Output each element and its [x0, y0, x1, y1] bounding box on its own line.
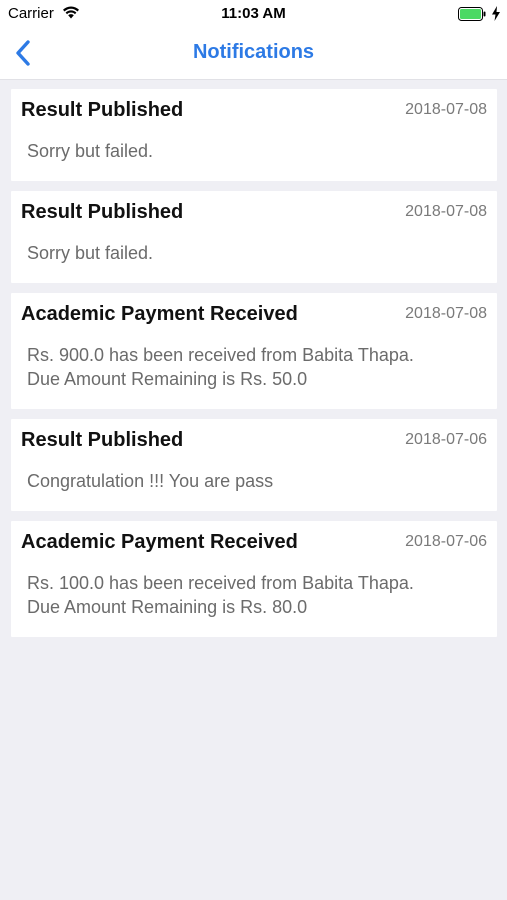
charging-bolt-icon	[492, 6, 500, 21]
notification-message: Rs. 900.0 has been received from Babita …	[27, 345, 414, 389]
notification-message: Congratulation !!! You are pass	[27, 471, 274, 491]
notification-title: Result Published	[21, 99, 184, 121]
navigation-bar: Notifications	[0, 28, 507, 80]
notification-list: Result Published 2018-07-08 Sorry but fa…	[11, 89, 497, 647]
notification-date: 2018-07-06	[405, 533, 487, 550]
notification-date: 2018-07-08	[405, 101, 487, 118]
notification-message: Rs. 100.0 has been received from Babita …	[27, 573, 414, 617]
notification-title: Result Published	[21, 201, 184, 223]
status-bar: Carrier 11:03 AM	[0, 0, 507, 28]
notification-date: 2018-07-08	[405, 305, 487, 322]
notification-date: 2018-07-08	[405, 203, 487, 220]
battery-icon	[458, 7, 486, 21]
notification-card[interactable]: Academic Payment Received 2018-07-08 Rs.…	[11, 293, 497, 409]
notification-card[interactable]: Result Published 2018-07-08 Sorry but fa…	[11, 191, 497, 283]
notification-card[interactable]: Result Published 2018-07-08 Sorry but fa…	[11, 89, 497, 181]
page-title: Notifications	[192, 41, 315, 63]
notification-message: Sorry but failed.	[27, 243, 154, 263]
notification-title: Result Published	[21, 429, 184, 451]
notification-title: Academic Payment Received	[21, 531, 298, 553]
notification-date: 2018-07-06	[405, 431, 487, 448]
notification-message: Sorry but failed.	[27, 141, 154, 161]
status-time: 11:03 AM	[221, 5, 286, 22]
notification-card[interactable]: Result Published 2018-07-06 Congratulati…	[11, 419, 497, 511]
notification-title: Academic Payment Received	[21, 303, 298, 325]
notification-card[interactable]: Academic Payment Received 2018-07-06 Rs.…	[11, 521, 497, 637]
